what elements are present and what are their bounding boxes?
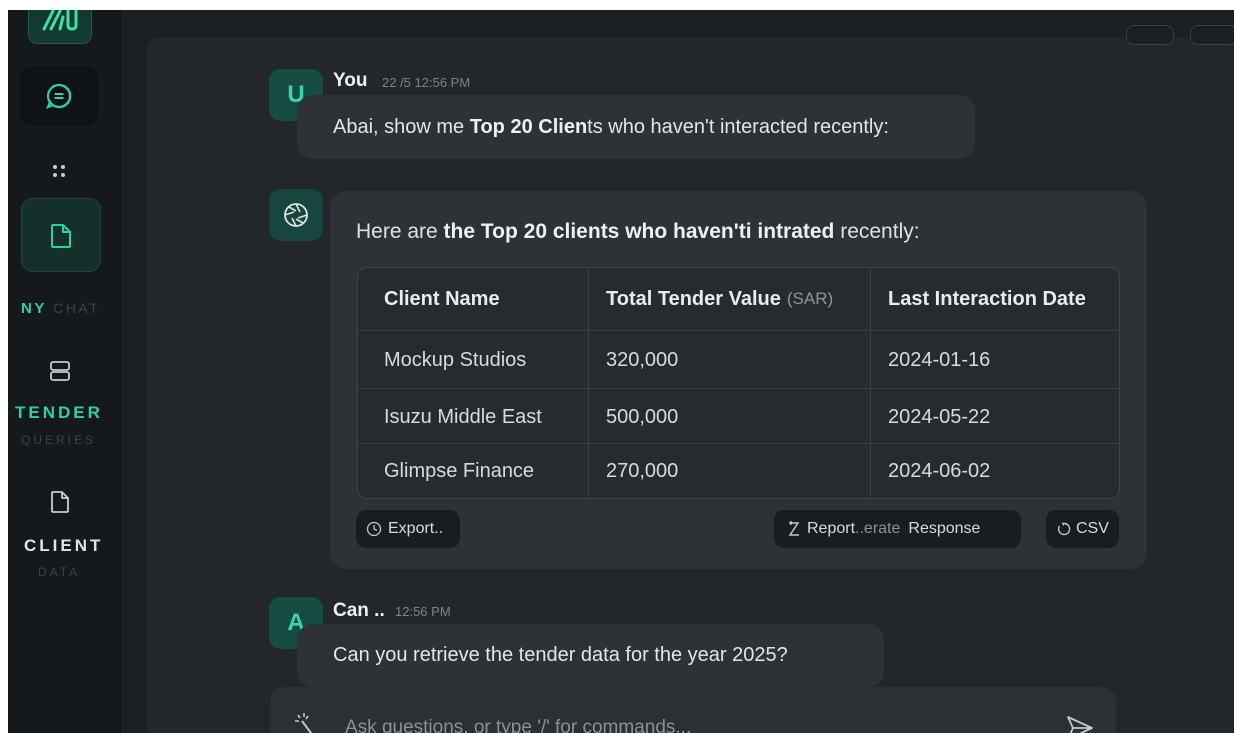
client-name-cell: Isuzu Middle East bbox=[384, 405, 542, 428]
client-name-cell: Mockup Studios bbox=[384, 348, 527, 371]
nav-client-sub: DATA bbox=[38, 565, 81, 579]
report-label-truncated: ..erate bbox=[855, 520, 901, 537]
nav-client-title[interactable]: CLIENT bbox=[24, 536, 103, 556]
intro-pre: Here are bbox=[356, 220, 444, 243]
export-button[interactable]: Export.. bbox=[356, 510, 460, 548]
csv-button[interactable]: CSV bbox=[1046, 510, 1119, 548]
column-header-value[interactable]: Total Tender Value (SAR) bbox=[606, 268, 833, 330]
table-row[interactable]: Isuzu Middle East 500,000 2024-05-22 bbox=[358, 389, 1119, 445]
app-window: NY CHAT TENDER QUERIES CLIENT DATA U You… bbox=[8, 10, 1234, 733]
layout-icon[interactable] bbox=[49, 360, 71, 382]
top-right-chip[interactable] bbox=[1126, 25, 1174, 45]
aperture-icon bbox=[284, 203, 308, 227]
currency-unit: (SAR) bbox=[786, 289, 834, 308]
logo-icon bbox=[42, 10, 78, 31]
document-icon bbox=[51, 224, 71, 248]
interaction-date-cell: 2024-01-16 bbox=[888, 348, 991, 371]
msg-bold: Top 20 Clien bbox=[469, 116, 588, 138]
generate-report-button[interactable]: Report ..erate Response bbox=[774, 510, 1021, 548]
assistant-avatar bbox=[269, 189, 323, 241]
dots-menu-icon[interactable] bbox=[52, 164, 66, 183]
interaction-date-cell: 2024-05-22 bbox=[888, 405, 991, 428]
report-label: Report bbox=[807, 520, 856, 537]
user-message-text: Can you retrieve the tender data for the… bbox=[333, 644, 788, 666]
column-header[interactable]: Last Interaction Date bbox=[888, 268, 1086, 330]
user-message-text: Abai, show me Top 20 Clients who haven't… bbox=[333, 116, 889, 139]
clock-icon bbox=[366, 521, 382, 537]
table-row[interactable]: Glimpse Finance 270,000 2024-06-02 bbox=[358, 444, 1119, 498]
msg-post: ts who haven't interacted recently: bbox=[587, 116, 889, 138]
user-message-bubble: Can you retrieve the tender data for the… bbox=[297, 624, 884, 687]
message-time: 22 /5 12:56 PM bbox=[382, 75, 471, 90]
file-icon[interactable] bbox=[50, 490, 70, 514]
nav-tender-sub: QUERIES bbox=[21, 433, 97, 447]
message-time: 12:56 PM bbox=[395, 604, 451, 619]
user-message-bubble: Abai, show me Top 20 Clients who haven't… bbox=[297, 95, 975, 159]
intro-bold: the Top 20 clients who haven'ti intrated bbox=[443, 220, 835, 243]
export-label: Export.. bbox=[388, 520, 444, 537]
report-icon bbox=[788, 521, 800, 536]
top-right-chip-2[interactable] bbox=[1190, 25, 1234, 45]
tender-value-cell: 320,000 bbox=[606, 348, 679, 371]
clients-table: Client Name Total Tender Value (SAR) Last… bbox=[357, 267, 1120, 499]
chat-input-bar[interactable]: Ask questions, or type '/' for commands.… bbox=[270, 687, 1116, 733]
refresh-icon bbox=[1057, 522, 1071, 536]
response-label: Response bbox=[908, 520, 981, 537]
chat-input-placeholder[interactable]: Ask questions, or type '/' for commands.… bbox=[345, 717, 691, 733]
send-icon[interactable] bbox=[1066, 715, 1094, 733]
nav-tender-title[interactable]: TENDER bbox=[15, 403, 103, 423]
app-logo bbox=[28, 10, 92, 44]
intro-post: recently: bbox=[834, 220, 920, 243]
column-header[interactable]: Client Name bbox=[384, 268, 500, 330]
assistant-intro: Here are the Top 20 clients who haven'ti… bbox=[356, 220, 920, 244]
client-name-cell: Glimpse Finance bbox=[384, 459, 535, 482]
documents-nav-button[interactable] bbox=[21, 198, 101, 272]
sidebar: NY CHAT TENDER QUERIES CLIENT DATA bbox=[8, 10, 123, 733]
column-header-label: Total Tender Value bbox=[606, 287, 781, 310]
table-row[interactable]: Mockup Studios 320,000 2024-01-16 bbox=[358, 332, 1119, 388]
assistant-response-card: Here are the Top 20 clients who haven'ti… bbox=[330, 191, 1147, 569]
chat-nav-button[interactable] bbox=[20, 66, 98, 126]
nav-my-chat-light: CHAT bbox=[53, 300, 101, 316]
magic-wand-icon[interactable] bbox=[292, 711, 320, 733]
chat-panel: U You 22 /5 12:56 PM Abai, show me Top 2… bbox=[146, 25, 1234, 733]
csv-label: CSV bbox=[1076, 520, 1109, 537]
sender-name: Can .. bbox=[333, 600, 385, 621]
interaction-date-cell: 2024-06-02 bbox=[888, 459, 991, 482]
tender-value-cell: 500,000 bbox=[606, 405, 679, 428]
table-header-row: Client Name Total Tender Value (SAR) Last… bbox=[358, 268, 1119, 330]
sender-name: You bbox=[333, 70, 368, 91]
tender-value-cell: 270,000 bbox=[606, 459, 679, 482]
chat-bubble-icon bbox=[46, 83, 72, 109]
nav-my-chat[interactable]: NY CHAT bbox=[21, 300, 100, 317]
nav-my-chat-strong: NY bbox=[21, 300, 47, 317]
msg-pre: Abai, show me bbox=[333, 116, 470, 138]
